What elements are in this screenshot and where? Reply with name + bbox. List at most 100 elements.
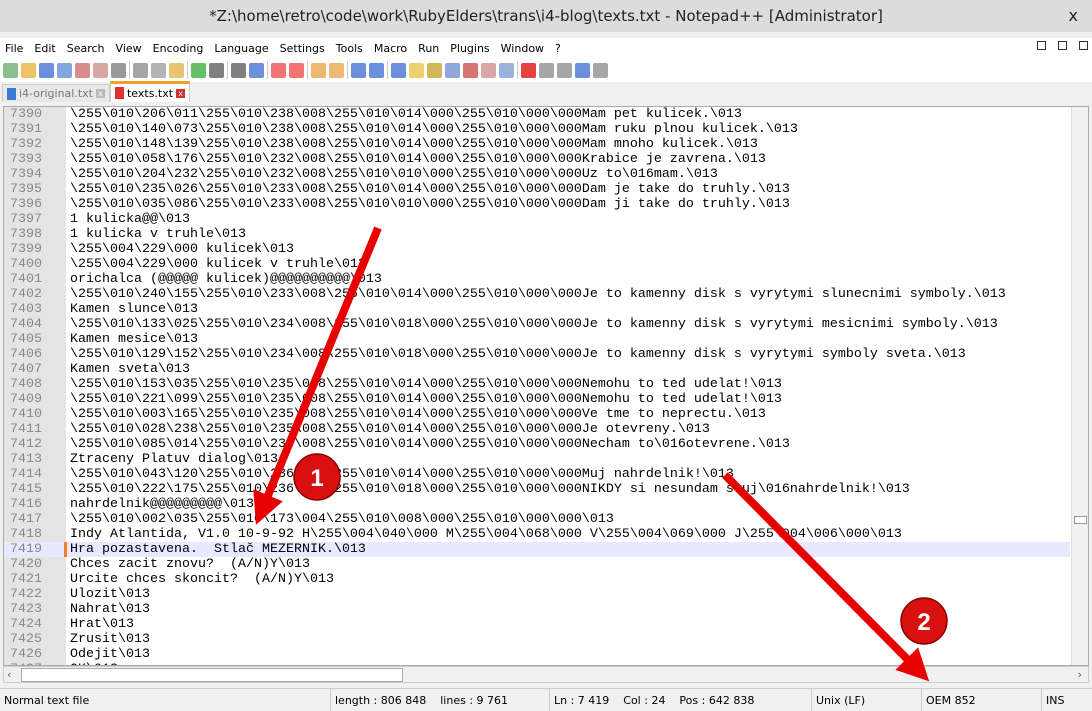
toolbar-button-icon[interactable] — [391, 62, 406, 78]
editor-line[interactable]: 7393 \255\010\058\176\255\010\232\008\255… — [4, 152, 1070, 167]
toolbar-button-icon[interactable] — [57, 62, 72, 78]
close-tab-icon[interactable]: x — [176, 88, 186, 98]
menu-item[interactable]: Window — [501, 42, 544, 55]
editor-line[interactable]: 7404 \255\010\133\025\255\010\234\008\255… — [4, 317, 1070, 332]
editor-line[interactable]: 7426 Odejit\013 — [4, 647, 1070, 662]
editor-line[interactable]: 7402 \255\010\240\155\255\010\233\008\255… — [4, 287, 1070, 302]
toolbar-button-icon[interactable] — [557, 62, 572, 78]
toolbar-button-icon[interactable] — [169, 62, 184, 78]
editor-line[interactable]: 7391 \255\010\140\073\255\010\238\008\255… — [4, 122, 1070, 137]
toolbar-button-icon[interactable] — [311, 62, 326, 78]
editor-line[interactable]: 7411 \255\010\028\238\255\010\235\008\255… — [4, 422, 1070, 437]
editor-line[interactable]: 7418 Indy Atlantida, V1.0 10-9-92 H\255\0… — [4, 527, 1070, 542]
minimize-doc-icon[interactable] — [1037, 41, 1046, 50]
toolbar-button-icon[interactable] — [539, 62, 554, 78]
editor-line[interactable]: 7424 Hrat\013 — [4, 617, 1070, 632]
menu-item[interactable]: Tools — [336, 42, 363, 55]
editor-line[interactable]: 7408 \255\010\153\035\255\010\235\008\255… — [4, 377, 1070, 392]
restore-doc-icon[interactable] — [1058, 41, 1067, 50]
editor-line[interactable]: 7414 \255\010\043\120\255\010\236\008\255… — [4, 467, 1070, 482]
editor-line[interactable]: 7396 \255\010\035\086\255\010\233\008\255… — [4, 197, 1070, 212]
menu-item[interactable]: Plugins — [450, 42, 489, 55]
editor-line[interactable]: 7421 Urcite chces skoncit? (A/N)Y\013 — [4, 572, 1070, 587]
scroll-thumb[interactable] — [21, 668, 403, 682]
toolbar-button-icon[interactable] — [445, 62, 460, 78]
toolbar-button-icon[interactable] — [463, 62, 478, 78]
editor-line[interactable]: 7401 orichalca (@@@@@ kulicek)@@@@@@@@@@\… — [4, 272, 1070, 287]
menu-item[interactable]: Run — [418, 42, 439, 55]
close-tab-icon[interactable]: x — [95, 89, 105, 98]
toolbar-button-icon[interactable] — [133, 62, 148, 78]
editor-line[interactable]: 7412 \255\010\085\014\255\010\235\008\255… — [4, 437, 1070, 452]
close-doc-icon[interactable] — [1079, 41, 1088, 50]
toolbar-button-icon[interactable] — [593, 62, 608, 78]
editor-line[interactable]: 7422 Ulozit\013 — [4, 587, 1070, 602]
editor-line[interactable]: 7390 \255\010\206\011\255\010\238\008\255… — [4, 107, 1070, 122]
editor-line[interactable]: 7417 \255\010\002\035\255\010\173\004\255… — [4, 512, 1070, 527]
scroll-right-icon[interactable]: › — [1078, 668, 1082, 681]
toolbar-button-icon[interactable] — [329, 62, 344, 78]
toolbar-button-icon[interactable] — [111, 62, 126, 78]
toolbar-button-icon[interactable] — [427, 62, 442, 78]
editor-line[interactable]: 7423 Nahrat\013 — [4, 602, 1070, 617]
toolbar-button-icon[interactable] — [575, 62, 590, 78]
toolbar-button-icon[interactable] — [39, 62, 54, 78]
menu-item[interactable]: View — [116, 42, 142, 55]
toolbar-button-icon[interactable] — [271, 62, 286, 78]
editor-line[interactable]: 7410 \255\010\003\165\255\010\235\008\255… — [4, 407, 1070, 422]
tab-texts-txt[interactable]: texts.txt x — [109, 81, 191, 102]
editor-line[interactable]: 7394 \255\010\204\232\255\010\232\008\255… — [4, 167, 1070, 182]
editor-line[interactable]: 7420 Chces zacit znovu? (A/N)Y\013 — [4, 557, 1070, 572]
editor-line[interactable]: 7406 \255\010\129\152\255\010\234\008\255… — [4, 347, 1070, 362]
editor-line[interactable]: 7407 Kamen sveta\013 — [4, 362, 1070, 377]
editor-line[interactable]: 7409 \255\010\221\099\255\010\235\008\255… — [4, 392, 1070, 407]
horizontal-scrollbar[interactable]: ‹ › — [3, 666, 1089, 683]
text-editor[interactable]: 7390 \255\010\206\011\255\010\238\008\255… — [3, 106, 1089, 666]
scroll-thumb[interactable] — [1074, 516, 1087, 524]
editor-line[interactable]: 7416 nahrdelnik@@@@@@@@@\013 — [4, 497, 1070, 512]
toolbar-button-icon[interactable] — [521, 62, 536, 78]
editor-line[interactable]: 7399 \255\004\229\000 kulicek\013 — [4, 242, 1070, 257]
toolbar-button-icon[interactable] — [289, 62, 304, 78]
menu-item[interactable]: Settings — [280, 42, 325, 55]
editor-line[interactable]: 7403 Kamen slunce\013 — [4, 302, 1070, 317]
toolbar-button-icon[interactable] — [93, 62, 108, 78]
toolbar-button-icon[interactable] — [351, 62, 366, 78]
toolbar-button-icon[interactable] — [249, 62, 264, 78]
menu-item[interactable]: ? — [555, 42, 561, 55]
menu-item[interactable]: Edit — [34, 42, 55, 55]
toolbar-button-icon[interactable] — [231, 62, 246, 78]
toolbar-button-icon[interactable] — [191, 62, 206, 78]
vertical-scrollbar[interactable] — [1071, 107, 1088, 665]
menu-item[interactable]: Encoding — [153, 42, 204, 55]
editor-line[interactable]: 7405 Kamen mesice\013 — [4, 332, 1070, 347]
editor-line[interactable]: 7392 \255\010\148\139\255\010\238\008\255… — [4, 137, 1070, 152]
toolbar-button-icon[interactable] — [409, 62, 424, 78]
editor-line[interactable]: 7425 Zrusit\013 — [4, 632, 1070, 647]
editor-line[interactable]: 7415 \255\010\222\175\255\010\236\008\255… — [4, 482, 1070, 497]
editor-line[interactable]: 7398 1 kulicka v truhle\013 — [4, 227, 1070, 242]
editor-line[interactable]: 7419 Hra pozastavena. Stlač MEZERNIK.\013 — [4, 542, 1070, 557]
toolbar-button-icon[interactable] — [151, 62, 166, 78]
toolbar-button-icon[interactable] — [499, 62, 514, 78]
editor-line[interactable]: 7397 1 kulicka@@\013 — [4, 212, 1070, 227]
toolbar-button-icon[interactable] — [75, 62, 90, 78]
status-encoding[interactable]: OEM 852 — [922, 689, 1042, 711]
tab-i4-original-txt[interactable]: i4-original.txt x — [2, 84, 110, 102]
editor-line[interactable]: 7400 \255\004\229\000 kulicek v truhle\01… — [4, 257, 1070, 272]
close-button[interactable]: x — [1069, 0, 1078, 32]
toolbar-button-icon[interactable] — [369, 62, 384, 78]
toolbar-button-icon[interactable] — [21, 62, 36, 78]
toolbar-button-icon[interactable] — [481, 62, 496, 78]
toolbar-button-icon[interactable] — [209, 62, 224, 78]
line-number: 7415 — [10, 482, 42, 497]
editor-line[interactable]: 7395 \255\010\235\026\255\010\233\008\255… — [4, 182, 1070, 197]
menu-item[interactable]: Search — [67, 42, 105, 55]
toolbar-button-icon[interactable] — [3, 62, 18, 78]
menu-item[interactable]: Macro — [374, 42, 407, 55]
menu-item[interactable]: File — [5, 42, 23, 55]
scroll-left-icon[interactable]: ‹ — [7, 668, 11, 681]
editor-line[interactable]: 7413 Ztraceny Platuv dialog\013 — [4, 452, 1070, 467]
status-eol[interactable]: Unix (LF) — [812, 689, 922, 711]
menu-item[interactable]: Language — [214, 42, 268, 55]
